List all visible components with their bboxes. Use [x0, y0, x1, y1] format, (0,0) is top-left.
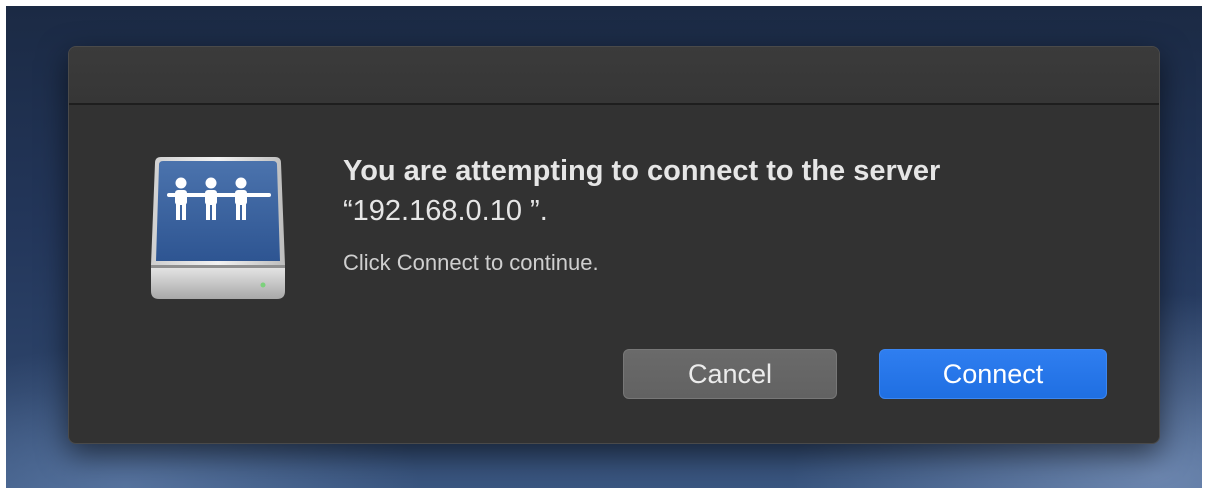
connect-button[interactable]: Connect [879, 349, 1107, 399]
dialog-title-line: You are attempting to connect to the ser… [343, 155, 941, 187]
dialog-subtitle: Click Connect to continue. [343, 250, 599, 275]
dialog-message: You are attempting to connect to the ser… [343, 151, 1123, 277]
connect-server-dialog: You are attempting to connect to the ser… [68, 46, 1160, 444]
server-address: “192.168.0.10 ”. [343, 195, 548, 227]
network-server-icon [151, 157, 285, 299]
cancel-button[interactable]: Cancel [623, 349, 837, 399]
dialog-titlebar [69, 47, 1159, 105]
desktop-background: You are attempting to connect to the ser… [6, 6, 1202, 488]
dialog-title: You are attempting to connect to the ser… [343, 151, 1123, 231]
